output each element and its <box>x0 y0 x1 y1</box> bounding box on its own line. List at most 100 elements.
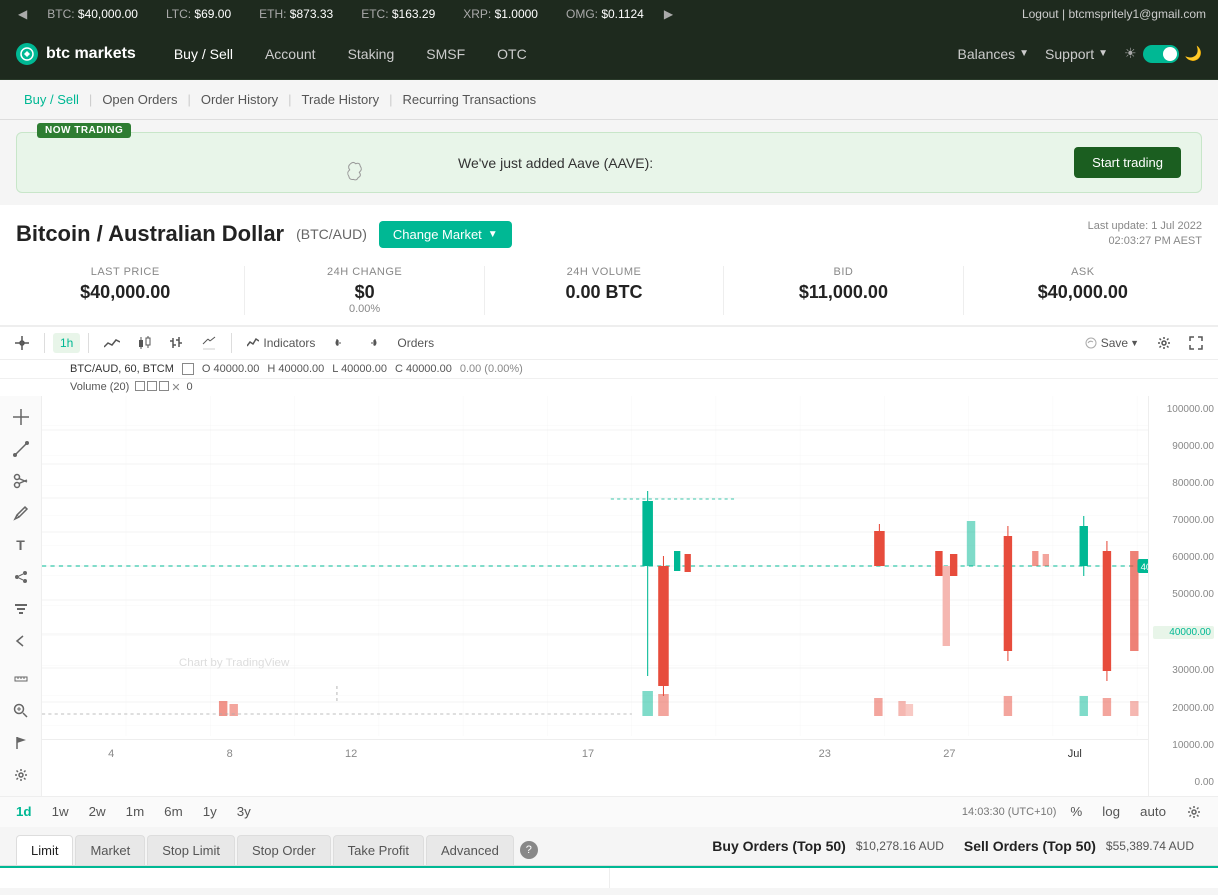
nav-staking[interactable]: Staking <box>334 40 409 68</box>
stat-bid: BID $11,000.00 <box>724 266 963 315</box>
chart-redo-btn[interactable] <box>358 333 386 353</box>
subnav-trade-history[interactable]: Trade History <box>294 90 388 109</box>
nav-buy-sell[interactable]: Buy / Sell <box>160 40 247 68</box>
order-tab-advanced[interactable]: Advanced <box>426 835 514 865</box>
chart-log-btn[interactable]: log <box>1096 802 1126 821</box>
chart-auto-btn[interactable]: auto <box>1134 802 1172 821</box>
order-tab-stop-order[interactable]: Stop Order <box>237 835 331 865</box>
chart-range-1w[interactable]: 1w <box>46 802 75 821</box>
chart-tool-flag[interactable] <box>7 730 35 756</box>
order-tab-stop-limit[interactable]: Stop Limit <box>147 835 235 865</box>
ticker-btc: BTC: $40,000.00 <box>33 7 152 21</box>
chart-tool-ruler[interactable] <box>7 666 35 692</box>
time-label-8: 8 <box>227 748 233 760</box>
market-header: Bitcoin / Australian Dollar (BTC/AUD) Ch… <box>0 205 1218 326</box>
chart-fullscreen-btn[interactable] <box>1182 333 1210 353</box>
chart-range-1d[interactable]: 1d <box>10 802 38 821</box>
market-name: Bitcoin / Australian Dollar <box>16 221 284 247</box>
chart-settings-btn[interactable] <box>1150 333 1178 353</box>
chart-bottom-settings-btn[interactable] <box>1180 802 1208 822</box>
support-button[interactable]: Support ▼ <box>1045 46 1108 62</box>
chart-candle-btn[interactable] <box>131 333 159 353</box>
chart-tool-node[interactable] <box>7 564 35 590</box>
chart-low: L 40000.00 <box>332 363 387 375</box>
price-level-60k: 60000.00 <box>1153 552 1214 563</box>
chart-range-3y[interactable]: 3y <box>231 802 257 821</box>
logo-text: btc markets <box>46 45 136 63</box>
ticker-next-arrow[interactable]: ▶ <box>658 7 679 21</box>
vol-icon-1 <box>135 381 145 391</box>
chart-svg: Chart by TradingView <box>42 396 1148 736</box>
chart-crosshair-tool[interactable] <box>8 333 36 353</box>
order-tab-limit[interactable]: Limit <box>16 835 73 865</box>
now-trading-badge: NOW TRADING <box>37 123 131 138</box>
subnav-buy-sell[interactable]: Buy / Sell <box>16 90 87 109</box>
logout-link[interactable]: Logout <box>1022 7 1059 21</box>
chart-tool-crosshair[interactable] <box>7 404 35 430</box>
ticker-btc-price: $40,000.00 <box>78 7 138 21</box>
main-nav-items: Buy / Sell Account Staking SMSF OTC <box>160 40 541 68</box>
chart-save-btn[interactable]: Save ▼ <box>1078 333 1146 353</box>
chart-right-tools: Save ▼ <box>1078 333 1210 353</box>
subnav-recurring[interactable]: Recurring Transactions <box>394 90 544 109</box>
chart-percent-btn[interactable]: % <box>1064 802 1088 821</box>
chart-tool-filter[interactable] <box>7 596 35 622</box>
sub-nav: Buy / Sell | Open Orders | Order History… <box>0 80 1218 120</box>
last-update-time: 02:03:27 PM AEST <box>1088 234 1202 249</box>
start-trading-button[interactable]: Start trading <box>1074 147 1181 178</box>
chart-range-1y[interactable]: 1y <box>197 802 223 821</box>
buy-orders-amount: $10,278.16 AUD <box>856 839 944 853</box>
ticker-omg-price: $0.1124 <box>601 7 644 21</box>
chart-compare-btn[interactable] <box>195 333 223 353</box>
buy-orders-total: $10,278.16 AUD <box>856 839 944 853</box>
change-market-button[interactable]: Change Market ▼ <box>379 221 512 248</box>
chart-symbol: BTC/AUD, 60, BTCM <box>70 363 174 375</box>
chart-tool-zoom[interactable] <box>7 698 35 724</box>
logo-area: btc markets <box>16 43 136 65</box>
chart-volume-label: Volume (20) <box>70 381 129 393</box>
nav-account[interactable]: Account <box>251 40 330 68</box>
chart-time-1h[interactable]: 1h <box>53 333 80 353</box>
promo-message: We've just added Aave (AAVE): <box>458 155 653 171</box>
order-panels-header: Buy Orders (Top 50) $10,278.16 AUD Sell … <box>704 838 1202 862</box>
ticker-prev-arrow[interactable]: ◀ <box>12 7 33 21</box>
chart-tool-pencil[interactable] <box>7 500 35 526</box>
time-label-27: 27 <box>943 748 955 760</box>
chart-tool-scissors[interactable] <box>7 468 35 494</box>
chart-tool-text[interactable]: T <box>7 532 35 558</box>
ticker-omg: OMG: $0.1124 <box>552 7 658 21</box>
sell-orders-amount: $55,389.74 AUD <box>1106 839 1194 853</box>
nav-smsf[interactable]: SMSF <box>412 40 479 68</box>
nav-otc[interactable]: OTC <box>483 40 541 68</box>
ticker-eth-name: ETH: <box>259 7 290 21</box>
chart-tool-settings-bottom[interactable] <box>7 762 35 788</box>
ticker-btc-name: BTC: <box>47 7 78 21</box>
help-icon[interactable]: ? <box>520 841 538 859</box>
chart-range-2w[interactable]: 2w <box>83 802 112 821</box>
chart-orders-btn[interactable]: Orders <box>390 333 441 353</box>
chart-tool-draw-line[interactable] <box>7 436 35 462</box>
indicators-label: Indicators <box>263 336 315 350</box>
chart-range-6m[interactable]: 6m <box>158 802 189 821</box>
chart-undo-btn[interactable] <box>326 333 354 353</box>
chart-indicators-btn[interactable]: Indicators <box>240 333 322 353</box>
chart-line-btn[interactable] <box>97 334 127 352</box>
subnav-sep-2: | <box>187 92 190 107</box>
buy-orders-panel <box>0 868 610 888</box>
chart-bar-btn[interactable] <box>163 333 191 353</box>
theme-toggle-switch[interactable] <box>1143 45 1179 63</box>
chart-range-1m[interactable]: 1m <box>120 802 151 821</box>
chart-options-bar: 1d 1w 2w 1m 6m 1y 3y 14:03:30 (UTC+10) %… <box>0 796 1218 827</box>
vol-close-icon[interactable]: ✕ <box>171 381 180 394</box>
chart-main[interactable]: Chart by TradingView <box>42 396 1148 796</box>
stat-24h-change-value: $0 <box>255 282 473 303</box>
order-tab-take-profit[interactable]: Take Profit <box>333 835 424 865</box>
subnav-open-orders[interactable]: Open Orders <box>94 90 185 109</box>
chart-tool-back-arrow[interactable] <box>7 628 35 654</box>
order-tab-market[interactable]: Market <box>75 835 145 865</box>
balances-button[interactable]: Balances ▼ <box>958 46 1030 62</box>
chart-wrapper: T <box>0 396 1218 796</box>
subnav-order-history[interactable]: Order History <box>193 90 286 109</box>
sell-orders-title: Sell Orders (Top 50) <box>964 838 1096 854</box>
content-area: Buy / Sell | Open Orders | Order History… <box>0 80 1218 895</box>
